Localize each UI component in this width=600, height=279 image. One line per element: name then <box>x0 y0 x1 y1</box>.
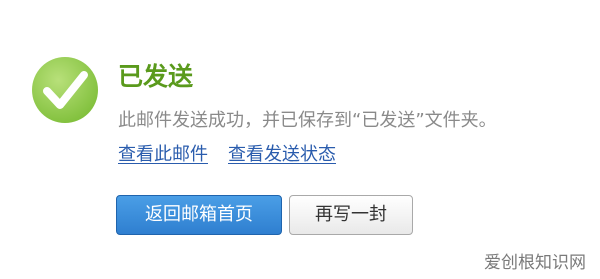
view-send-status-link[interactable]: 查看发送状态 <box>228 144 336 165</box>
status-message: 此邮件发送成功，并已保存到“已发送”文件夹。 <box>118 110 497 131</box>
view-mail-link[interactable]: 查看此邮件 <box>118 144 208 165</box>
back-to-inbox-button[interactable]: 返回邮箱首页 <box>116 195 282 235</box>
checkmark-circle-icon <box>30 55 100 125</box>
status-title: 已发送 <box>118 62 194 91</box>
action-links: 查看此邮件 查看发送状态 <box>118 142 336 168</box>
watermark-text: 爱创根知识网 <box>484 253 586 273</box>
write-again-button[interactable]: 再写一封 <box>289 195 413 235</box>
